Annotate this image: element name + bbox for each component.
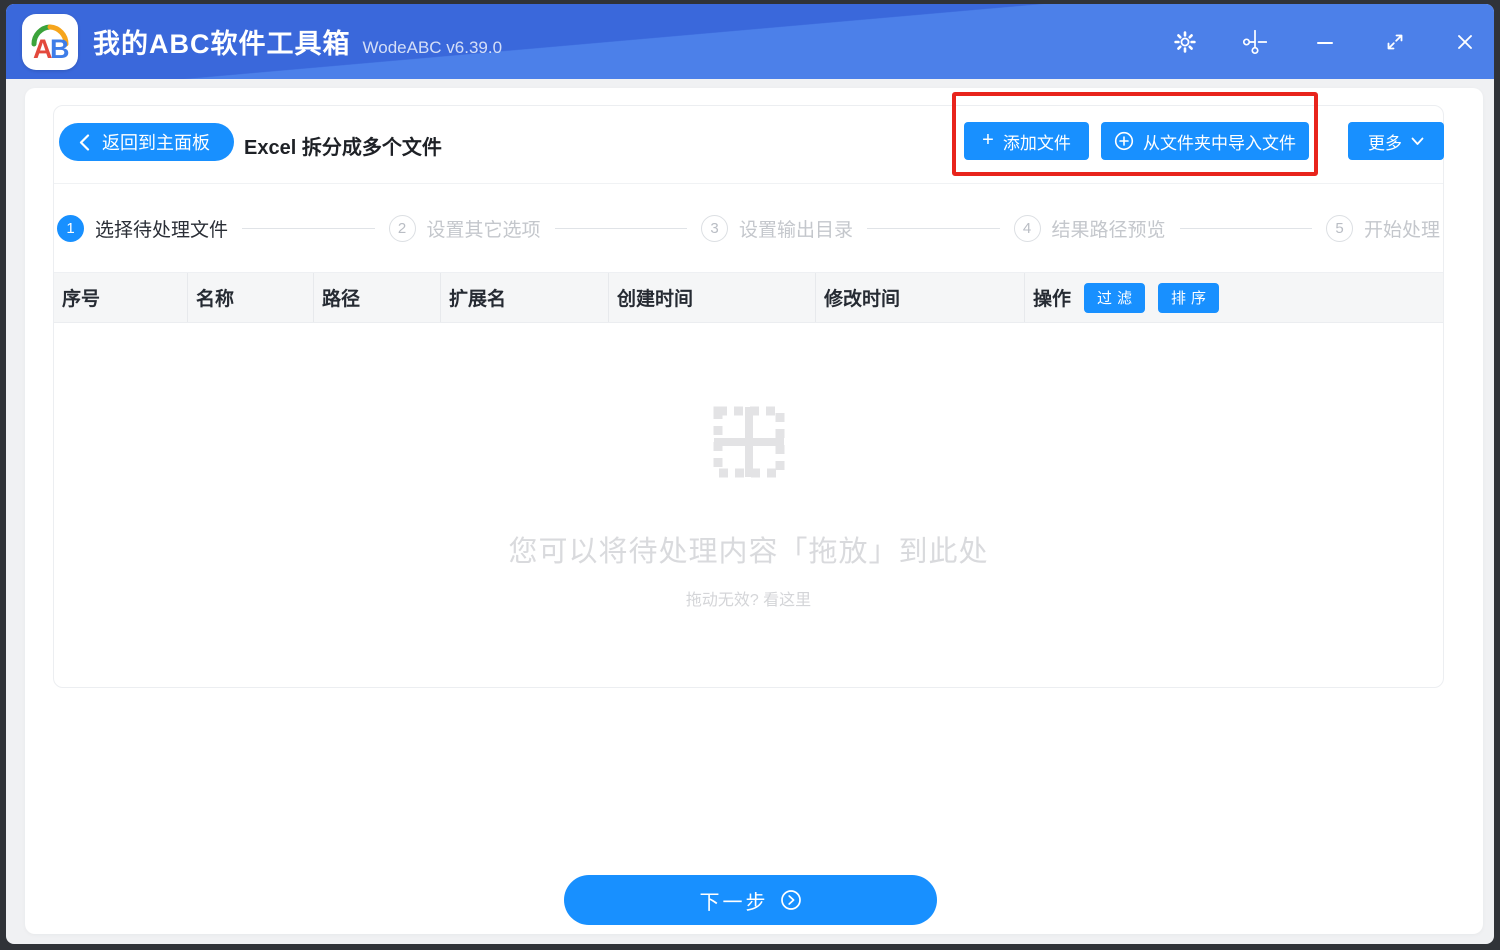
next-step-label: 下一步 [699,891,769,914]
drop-zone[interactable]: 您可以将待处理内容「拖放」到此处 拖动无效? 看这里 [54,323,1443,687]
step-5-circle: 5 [1326,214,1353,242]
step-5-label: 开始处理 [1364,219,1441,241]
sort-button[interactable]: 排序 [1158,282,1220,313]
chevron-left-icon [79,133,90,151]
add-files-label: 添加文件 [1002,133,1071,153]
titlebar: A B 我的ABC软件工具箱 WodeABC v6.39.0 [6,4,1494,79]
svg-text:B: B [50,34,70,64]
chevron-down-icon [1411,137,1424,145]
drop-help-link[interactable]: 拖动无效? 看这里 [686,586,811,610]
column-header-created: 创建时间 [609,273,816,322]
actions-label: 操作 [1033,289,1072,310]
step-3-circle: 3 [701,214,728,242]
add-files-button[interactable]: + 添加文件 [964,122,1089,160]
scissors-icon[interactable] [1243,29,1267,54]
step-3: 3 设置输出目录 [701,214,854,242]
filter-button[interactable]: 过滤 [1084,282,1146,313]
settings-gear-icon[interactable] [1173,30,1197,54]
column-header-name: 名称 [188,273,314,322]
more-label: 更多 [1368,133,1402,153]
step-4-label: 结果路径预览 [1051,219,1166,241]
import-from-folder-button[interactable]: 从文件夹中导入文件 [1101,122,1309,160]
minimize-icon[interactable] [1313,30,1337,54]
column-header-extension: 扩展名 [441,273,609,322]
plus-icon: + [982,129,994,151]
page-title: Excel 拆分成多个文件 [244,136,442,159]
import-from-folder-label: 从文件夹中导入文件 [1143,133,1296,153]
content-box: 返回到主面板 Excel 拆分成多个文件 + 添加文件 从文件夹中导入文件 更多… [53,105,1444,688]
step-4: 4 结果路径预览 [1013,214,1166,242]
step-2: 2 设置其它选项 [388,214,541,242]
ab-logo-icon: A B [31,24,70,64]
app-version: WodeABC v6.39.0 [362,38,503,57]
step-1: 1 选择待处理文件 [57,214,229,242]
app-logo: A B [22,13,78,70]
drop-target-icon [713,406,784,478]
plus-circle-icon [1114,131,1134,151]
column-header-path: 路径 [314,273,441,322]
next-step-button[interactable]: 下一步 [564,875,937,925]
column-header-modified: 修改时间 [816,273,1025,322]
column-header-index: 序号 [54,273,188,322]
close-icon[interactable] [1453,30,1477,54]
app-title: 我的ABC软件工具箱 [93,29,351,59]
titlebar-controls [1173,29,1494,54]
more-button[interactable]: 更多 [1348,122,1444,160]
back-to-dashboard-button[interactable]: 返回到主面板 [59,123,234,161]
column-header-actions: 操作 过滤 排序 [1025,273,1443,322]
step-1-circle: 1 [57,214,84,242]
step-connector [1179,227,1312,229]
step-connector [554,227,687,229]
arrow-right-circle-icon [780,890,801,910]
drop-zone-text: 您可以将待处理内容「拖放」到此处 [508,536,989,568]
maximize-icon[interactable] [1383,30,1407,54]
step-1-label: 选择待处理文件 [95,219,229,241]
step-connector [242,227,375,229]
step-connector [867,227,1000,229]
step-2-label: 设置其它选项 [426,219,541,241]
file-table-header: 序号 名称 路径 扩展名 创建时间 修改时间 操作 过滤 排序 [54,272,1443,323]
step-4-circle: 4 [1013,214,1041,242]
toolbar: 返回到主面板 Excel 拆分成多个文件 + 添加文件 从文件夹中导入文件 更多 [54,106,1444,184]
step-indicator: 1 选择待处理文件 2 设置其它选项 3 设置输出目录 4 结果路径预览 5 开… [57,184,1440,272]
back-button-label: 返回到主面板 [102,133,210,153]
step-5: 5 开始处理 [1326,214,1441,242]
step-3-label: 设置输出目录 [739,219,854,241]
step-2-circle: 2 [388,214,416,242]
